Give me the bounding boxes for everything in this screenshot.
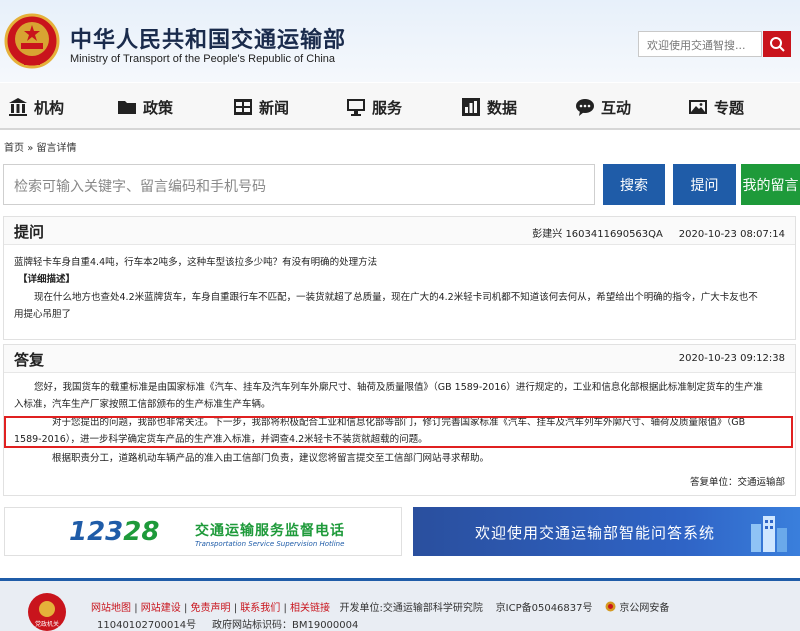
site-footer: 党政机关 网站地图 | 网站建设 | 免责声明 | 联系我们 | 相关链接 开发… [0, 578, 800, 631]
nav-label: 机构 [34, 98, 65, 117]
nav-item-news[interactable]: 新闻 [233, 95, 289, 119]
search-icon [770, 37, 785, 52]
search-button[interactable]: 搜索 [603, 164, 665, 205]
nav-label: 新闻 [259, 98, 290, 117]
main-nav: 机构 政策 新闻 服务 数据 互动 专题 [0, 83, 800, 130]
breadcrumb: 首页 » 留言详情 [4, 139, 77, 154]
nav-item-policy[interactable]: 政策 [117, 95, 173, 119]
smart-qa-banner[interactable]: 欢迎使用交通运输部智能问答系统 [413, 507, 800, 556]
answer-header: 答复 2020-10-23 09:12:38 [4, 345, 795, 373]
breadcrumb-current: 留言详情 [36, 143, 77, 154]
folder-icon [118, 101, 136, 114]
national-emblem-icon [4, 13, 60, 69]
answer-heading: 答复 [14, 351, 45, 369]
nav-item-data[interactable]: 数据 [461, 95, 517, 119]
badge-emblem-icon: 党政机关 [35, 601, 59, 628]
chat-icon [576, 99, 594, 116]
answer-unit: 答复单位：交通运输部 [689, 477, 785, 488]
answer-p1-line1: 您好，我国货车的载重标准是由国家标准《汽车、挂车及汽车列车外廓尺寸、轴荷及质量限… [34, 382, 763, 393]
footer-line1: 网站地图 | 网站建设 | 免责声明 | 联系我们 | 相关链接 开发单位:交通… [91, 599, 669, 614]
nav-item-topics[interactable]: 专题 [688, 95, 744, 119]
question-heading: 提问 [14, 223, 45, 241]
footer-sep: | [183, 603, 188, 614]
hotline-banner[interactable]: 12328 交通运输服务监督电话 Transportation Service … [4, 507, 402, 556]
answer-datetime: 2020-10-23 09:12:38 [678, 353, 785, 364]
footer-sep: | [283, 603, 287, 614]
footer-link-related[interactable]: 相关链接 [290, 603, 330, 614]
hotline-number-a: 123 [69, 517, 124, 547]
ask-question-button[interactable]: 提问 [673, 164, 736, 205]
party-gov-badge-icon[interactable]: 党政机关 [28, 593, 66, 631]
question-header: 提问 彭建兴 1603411690563QA 2020-10-23 08:07:… [4, 217, 795, 245]
nav-label: 服务 [372, 98, 403, 117]
footer-police[interactable]: 京公网安备 [619, 603, 669, 614]
my-messages-button[interactable]: 我的留言 [741, 164, 800, 205]
question-detail-line2: 用提心吊胆了 [14, 309, 72, 320]
nav-label: 专题 [714, 98, 745, 117]
footer-sep: | [134, 603, 138, 614]
site-header: 中华人民共和国交通运输部 Ministry of Transport of th… [0, 0, 800, 82]
question-panel: 提问 彭建兴 1603411690563QA 2020-10-23 08:07:… [3, 216, 796, 340]
footer-link-construction[interactable]: 网站建设 [141, 603, 181, 614]
news-grid-icon [234, 99, 252, 115]
nav-label: 互动 [601, 98, 632, 117]
city-illustration-icon [751, 516, 787, 552]
site-title: 中华人民共和国交通运输部 [70, 28, 347, 53]
hotline-number-b: 28 [123, 517, 160, 547]
site-subtitle: Ministry of Transport of the People's Re… [70, 53, 336, 65]
footer-police-code: 11040102700014号 [97, 620, 197, 631]
building-icon [9, 98, 27, 116]
nav-item-service[interactable]: 服务 [346, 95, 402, 119]
police-badge-icon [605, 601, 616, 612]
monitor-icon [347, 99, 365, 116]
nav-item-institutions[interactable]: 机构 [8, 95, 64, 119]
footer-icp[interactable]: 京ICP备05046837号 [496, 603, 593, 614]
footer-sep: | [233, 603, 238, 614]
highlight-box [4, 416, 793, 448]
breadcrumb-separator: » [27, 143, 34, 154]
badge-text: 党政机关 [35, 620, 59, 628]
hotline-cn-text: 交通运输服务监督电话 [195, 523, 345, 539]
footer-line2: 11040102700014号 政府网站标识码：BM19000004 [97, 616, 358, 631]
footer-developer: 开发单位:交通运输部科学研究院 [339, 603, 483, 614]
question-author-code: 彭建兴 1603411690563QA [532, 229, 663, 240]
question-meta: 彭建兴 1603411690563QA 2020-10-23 08:07:14 [532, 225, 785, 240]
question-summary: 蓝牌轻卡车身自重4.4吨，行车本2吨多，这种车型该拉多少吨？有没有明确的处理方法 [14, 257, 378, 268]
header-search-input[interactable]: 欢迎使用交通智搜... [638, 31, 762, 57]
footer-link-contact[interactable]: 联系我们 [240, 603, 280, 614]
nav-label: 数据 [487, 98, 518, 117]
detail-label: 【详细描述】 [18, 274, 76, 285]
hotline-number: 12328 [69, 517, 159, 547]
breadcrumb-home[interactable]: 首页 [4, 143, 24, 154]
question-detail-line1: 现在什么地方也查处4.2米蓝牌货车，车身自重跟行车不匹配，一装货就超了总质量，现… [34, 292, 758, 303]
footer-site-code: 政府网站标识码：BM19000004 [211, 620, 359, 631]
nav-item-interaction[interactable]: 互动 [575, 95, 631, 119]
footer-link-disclaimer[interactable]: 免责声明 [191, 603, 231, 614]
footer-link-sitemap[interactable]: 网站地图 [91, 603, 131, 614]
question-datetime: 2020-10-23 08:07:14 [678, 229, 785, 240]
header-search-button[interactable] [763, 31, 791, 57]
answer-p1-line2: 入标准，汽车生产厂家按照工信部颁布的生产标准生产车辆。 [14, 399, 271, 410]
nav-label: 政策 [143, 98, 174, 117]
message-search-input[interactable]: 检索可输入关键字、留言编码和手机号码 [3, 164, 595, 205]
hotline-en-text: Transportation Service Supervision Hotli… [195, 540, 345, 548]
answer-p3: 根据职责分工，道路机动车辆产品的准入由工信部门负责，建议您将留言提交至工信部门网… [52, 453, 490, 464]
picture-icon [689, 100, 707, 114]
smart-qa-text: 欢迎使用交通运输部智能问答系统 [475, 524, 716, 542]
bar-chart-icon [462, 98, 480, 116]
